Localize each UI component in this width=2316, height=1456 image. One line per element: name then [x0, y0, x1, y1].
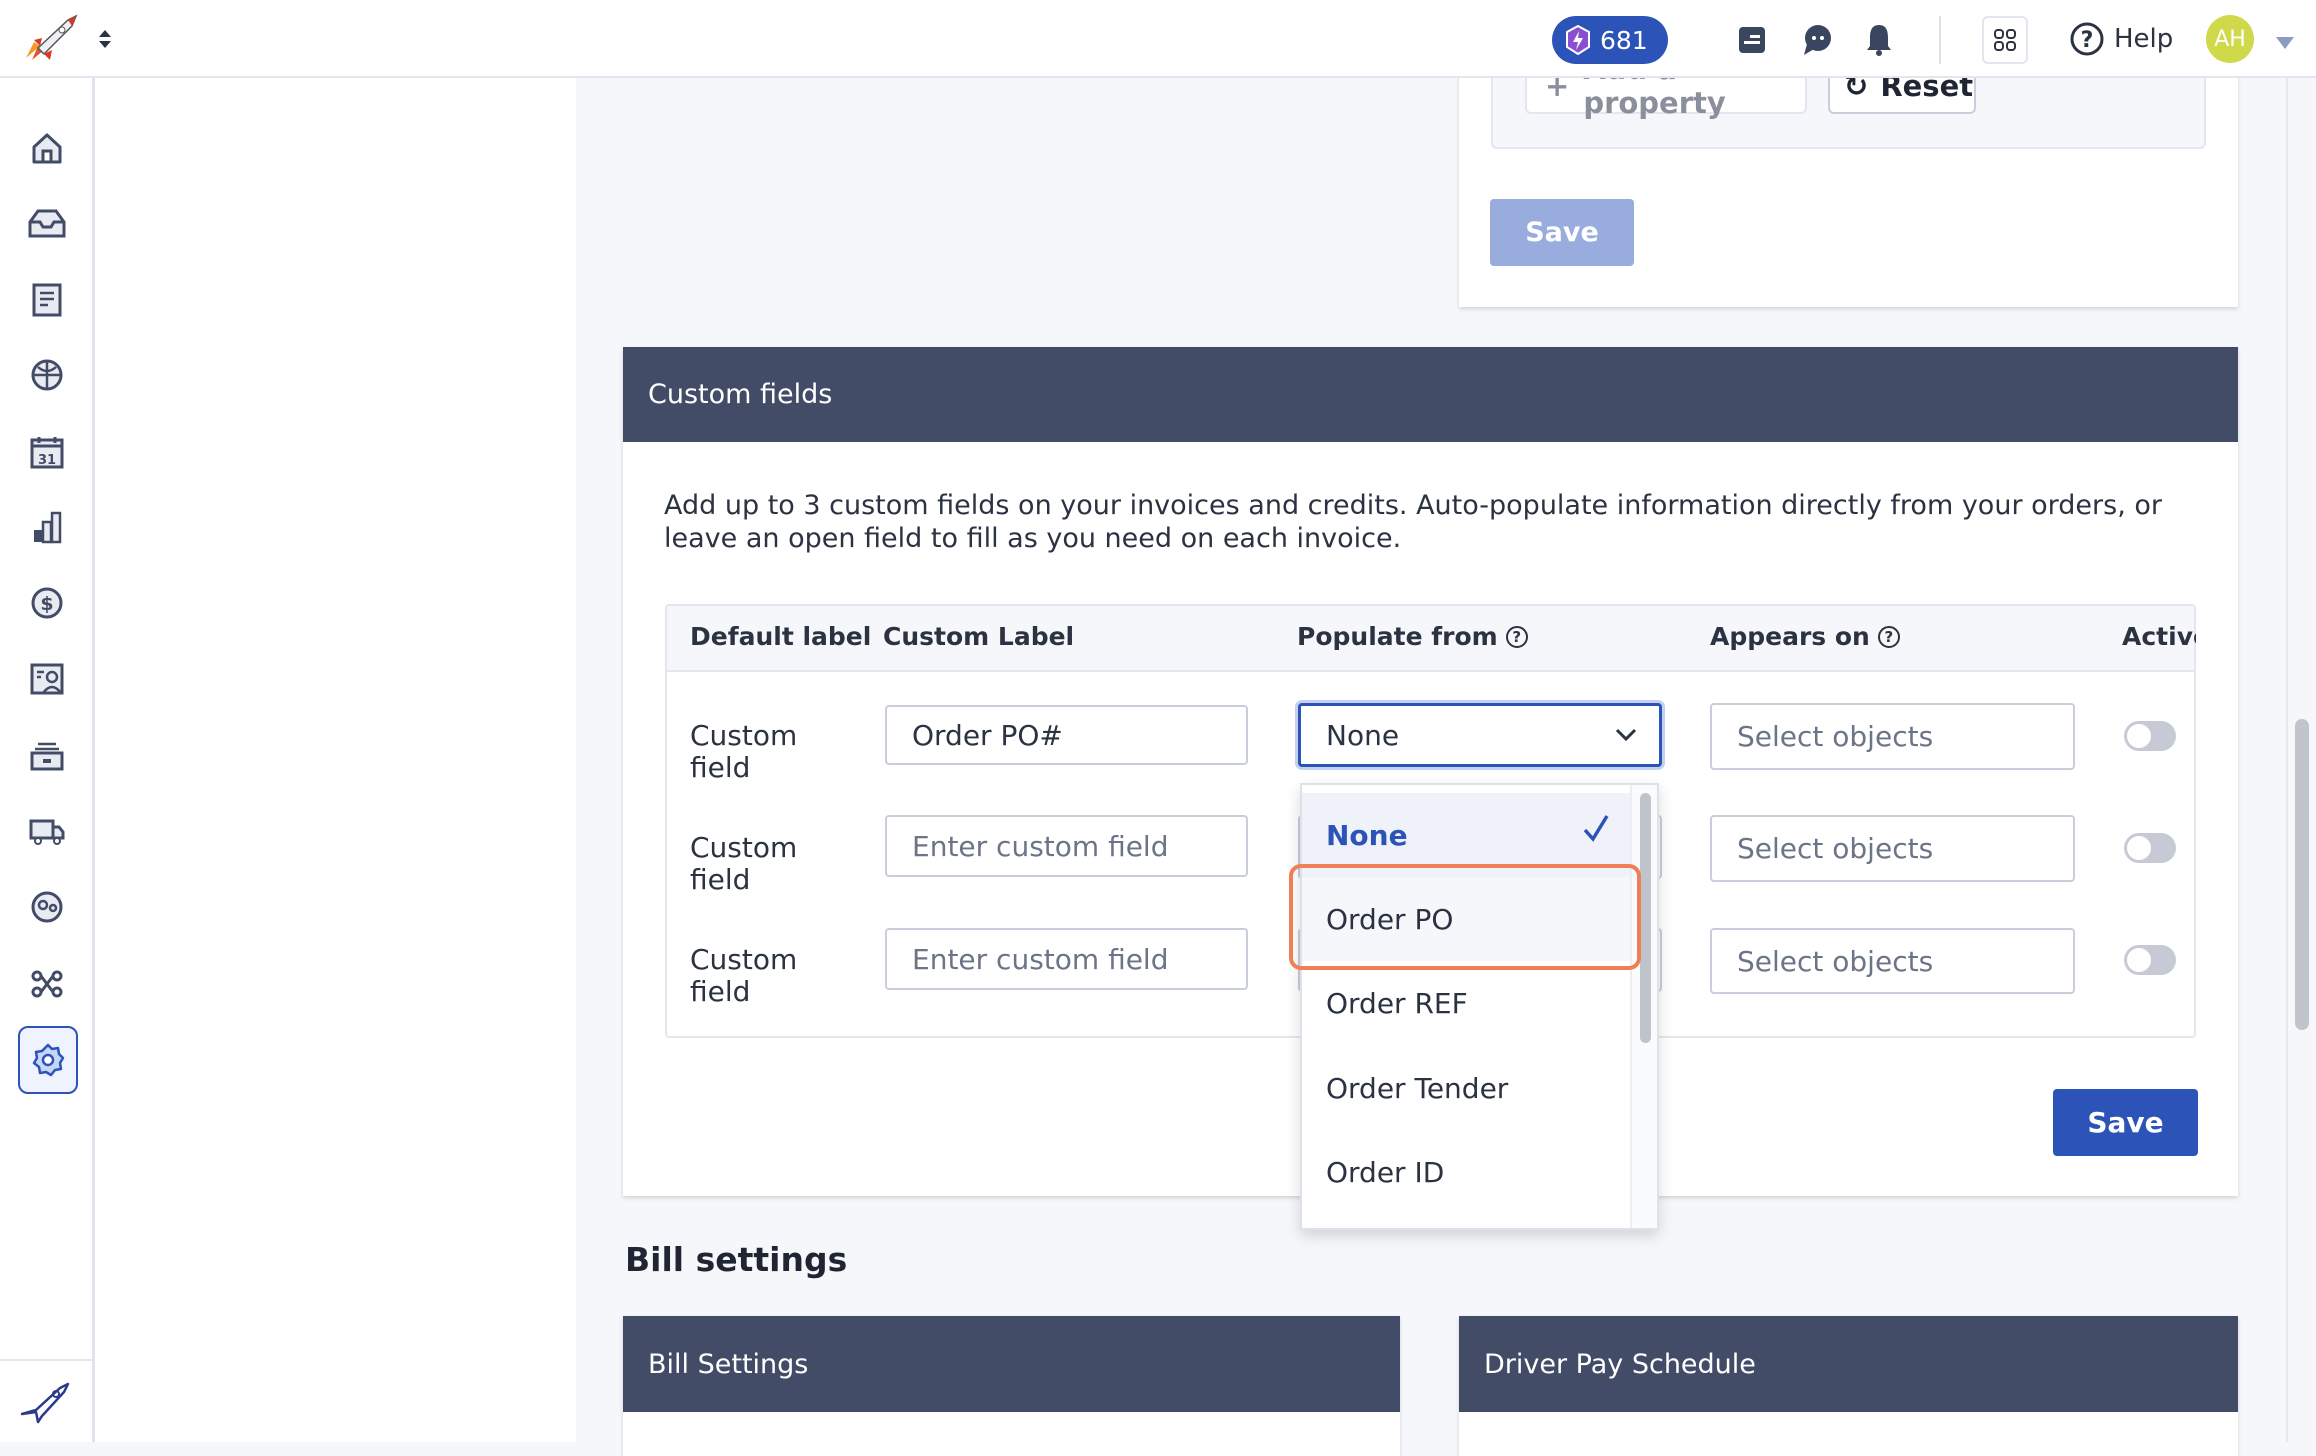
appears-on-select[interactable]: Select objects	[1710, 928, 2075, 994]
page-scrollbar-thumb[interactable]	[2295, 719, 2309, 1030]
sidebar-item-documents[interactable]	[27, 280, 67, 320]
col-appears-on: Appears on?	[1710, 622, 1900, 651]
populate-from-dropdown: None Order PO Order REF Order Tender Ord…	[1300, 783, 1659, 1230]
svg-text:31: 31	[38, 453, 56, 468]
properties-card: +Add a property ↻Reset Save	[1459, 40, 2238, 307]
svg-text:?: ?	[2081, 28, 2094, 53]
dropdown-option-order-ref[interactable]: Order REF	[1302, 961, 1632, 1045]
avatar-initials: AH	[2214, 26, 2246, 52]
sidebar-item-drivers[interactable]	[27, 887, 67, 927]
custom-label-input[interactable]: Enter custom field	[885, 815, 1248, 877]
integrations-icon	[31, 970, 63, 998]
help-label: Help	[2114, 24, 2174, 54]
users-circle-icon	[31, 891, 63, 923]
contact-card-icon	[30, 663, 64, 695]
gear-icon	[32, 1043, 65, 1077]
populate-from-select[interactable]: None	[1298, 703, 1662, 767]
question-circle-icon: ?	[2070, 22, 2104, 56]
sidebar-item-trucks[interactable]	[27, 812, 67, 852]
row-default-label: Custom field	[690, 943, 798, 1008]
sidebar-item-contacts[interactable]	[27, 659, 67, 699]
bar-chart-icon	[34, 511, 62, 544]
save-button-disabled[interactable]: Save	[1490, 199, 1634, 266]
row-default-label: Custom field	[690, 719, 798, 784]
help-tooltip-icon[interactable]: ?	[1877, 626, 1900, 648]
svg-text:$: $	[40, 593, 53, 615]
sidebar-item-integrations[interactable]	[27, 964, 67, 1004]
bill-settings-heading: Bill settings	[625, 1240, 848, 1279]
apps-grid-button[interactable]	[1982, 16, 2028, 64]
sidebar-item-billing[interactable]: $	[27, 583, 67, 623]
check-icon	[1582, 813, 1610, 850]
avatar[interactable]: AH	[2206, 15, 2254, 63]
rocket-logo-icon[interactable]	[22, 12, 80, 68]
account-caret-icon[interactable]	[2276, 34, 2294, 53]
help-button[interactable]: ? Help	[2070, 22, 2173, 56]
lightning-shield-icon	[1566, 25, 1590, 55]
dollar-circle-icon: $	[31, 587, 63, 619]
sidebar-item-globe[interactable]	[27, 355, 67, 395]
grid-icon	[1994, 29, 2016, 51]
appears-on-select[interactable]: Select objects	[1710, 703, 2075, 770]
truck-icon	[29, 819, 65, 845]
dropdown-option-order-tender[interactable]: Order Tender	[1302, 1046, 1632, 1130]
rocket-icon[interactable]	[20, 1380, 70, 1428]
driver-pay-schedule-card-title: Driver Pay Schedule	[1459, 1316, 2238, 1412]
sidebar-item-home[interactable]	[27, 128, 67, 168]
workspace-switcher-icon[interactable]	[98, 28, 112, 54]
sidebar-divider	[0, 1359, 92, 1361]
custom-label-input[interactable]: Enter custom field	[885, 928, 1248, 990]
document-icon	[32, 283, 62, 317]
help-tooltip-icon[interactable]: ?	[1505, 626, 1528, 648]
col-default-label: Default label	[690, 622, 872, 651]
driver-pay-schedule-card: Driver Pay Schedule	[1459, 1316, 2238, 1456]
highlight-annotation	[1289, 864, 1641, 970]
sidebar: 31 $	[0, 78, 95, 1442]
sidebar-item-settings[interactable]	[18, 1026, 78, 1094]
secondary-panel	[95, 78, 576, 1442]
globe-icon	[31, 359, 63, 391]
custom-fields-description: Add up to 3 custom fields on your invoic…	[664, 490, 2162, 554]
active-toggle[interactable]	[2124, 945, 2176, 975]
inbox-icon	[28, 209, 66, 238]
custom-fields-title: Custom fields	[623, 347, 2238, 442]
sidebar-item-inbox[interactable]	[27, 203, 67, 243]
row-default-label: Custom field	[690, 831, 798, 896]
chat-icon[interactable]	[1802, 24, 1832, 60]
custom-label-input[interactable]: Order PO#	[885, 705, 1248, 765]
col-populate-from: Populate from?	[1297, 622, 1528, 651]
home-icon	[32, 133, 62, 164]
sidebar-item-reports[interactable]	[27, 507, 67, 547]
header-divider	[1939, 16, 1941, 64]
save-button[interactable]: Save	[2053, 1089, 2198, 1156]
points-badge[interactable]: 681	[1552, 16, 1668, 64]
col-custom-label: Custom Label	[883, 622, 1075, 651]
dropdown-option-order-id[interactable]: Order ID	[1302, 1130, 1632, 1214]
col-active: Active	[2122, 622, 2196, 651]
sidebar-item-storage[interactable]	[27, 736, 67, 776]
dropdown-scrollbar-thumb[interactable]	[1640, 793, 1651, 1043]
bill-settings-card: Bill Settings	[623, 1316, 1400, 1456]
storage-icon	[30, 742, 64, 771]
bell-icon[interactable]	[1865, 22, 1893, 60]
bill-settings-card-title: Bill Settings	[623, 1316, 1400, 1412]
populate-from-value: None	[1326, 718, 1400, 752]
top-header: 681 ? Help AH	[0, 0, 2316, 78]
calendar-icon: 31	[30, 437, 64, 469]
active-toggle[interactable]	[2124, 833, 2176, 863]
active-toggle[interactable]	[2124, 721, 2176, 751]
page-scrollbar[interactable]	[2286, 78, 2316, 1442]
points-count: 681	[1600, 25, 1648, 55]
notes-icon[interactable]	[1738, 26, 1766, 58]
chevron-down-icon	[1615, 728, 1637, 742]
dropdown-scrollbar[interactable]	[1630, 785, 1657, 1228]
sidebar-item-calendar[interactable]: 31	[27, 432, 67, 472]
appears-on-select[interactable]: Select objects	[1710, 815, 2075, 882]
